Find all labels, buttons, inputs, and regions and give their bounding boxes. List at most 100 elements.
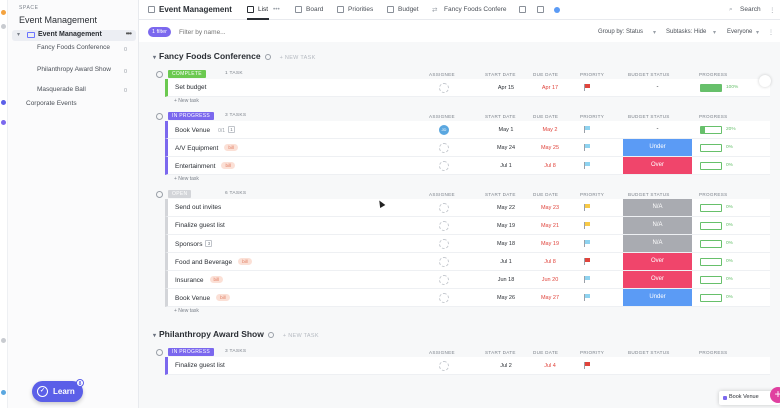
collapse-circle-icon[interactable]	[156, 191, 163, 198]
learn-button[interactable]: ✓ Learn 8	[32, 379, 84, 402]
add-fab-button[interactable]: +	[770, 387, 780, 403]
budget-status[interactable]: -	[623, 79, 692, 96]
task-name-cell[interactable]: Book Venue 0/1 1	[175, 126, 236, 134]
column-header-priority[interactable]: PRIORITY	[580, 114, 604, 119]
start-date[interactable]: Apr 15	[486, 85, 526, 91]
task-name-cell[interactable]: Insurance bill	[175, 276, 224, 284]
priority-flag-icon[interactable]	[584, 276, 590, 283]
start-date[interactable]: May 18	[486, 241, 526, 247]
assignee-placeholder-icon[interactable]	[439, 161, 449, 171]
add-task-button[interactable]: + New task	[174, 308, 199, 314]
task-name-cell[interactable]: Finalize guest list	[175, 362, 225, 369]
start-date[interactable]: May 24	[486, 145, 526, 151]
column-header-assignee[interactable]: ASSIGNEE	[429, 114, 455, 119]
subtask-count-badge[interactable]: 1	[228, 126, 236, 133]
priority-flag-icon[interactable]	[584, 126, 590, 133]
table-row[interactable]: Send out invites May 22 May 23 N/A 0%	[165, 199, 770, 217]
assignee-placeholder-icon[interactable]	[439, 257, 449, 267]
task-name[interactable]: Set budget	[175, 84, 206, 91]
chevron-down-icon[interactable]: ▾	[153, 54, 156, 61]
task-name-cell[interactable]: Entertainment bill	[175, 162, 235, 170]
table-row[interactable]: Entertainment bill Jul 1 Jul 8 Over 0%	[165, 157, 770, 175]
priority-flag-icon[interactable]	[584, 258, 590, 265]
more-icon[interactable]: ⋮	[769, 6, 776, 14]
column-header-due[interactable]: DUE DATE	[533, 114, 558, 119]
add-task-button[interactable]: + New task	[174, 98, 199, 104]
sidebar-list-item[interactable]: Fancy Foods Conference	[37, 44, 117, 52]
grid-icon[interactable]	[537, 6, 544, 13]
column-header-start[interactable]: START DATE	[485, 350, 516, 355]
sidebar-list-item[interactable]: Masquerade Ball	[37, 86, 117, 94]
table-row[interactable]: Finalize guest list Jul 2 Jul 4	[165, 357, 770, 375]
due-date[interactable]: May 19	[530, 241, 570, 247]
assignee-placeholder-icon[interactable]	[439, 83, 449, 93]
column-header-assignee[interactable]: ASSIGNEE	[429, 350, 455, 355]
progress-bar[interactable]	[700, 222, 722, 230]
task-name[interactable]: Entertainment	[175, 163, 215, 170]
filter-chip[interactable]: 1 filter	[148, 27, 171, 37]
chevron-down-icon[interactable]: ▾	[17, 31, 20, 38]
task-name[interactable]: Finalize guest list	[175, 362, 225, 369]
due-date[interactable]: Jul 8	[530, 163, 570, 169]
search-icon[interactable]: ⌕	[729, 6, 733, 14]
task-name[interactable]: A/V Equipment	[175, 145, 218, 152]
table-row[interactable]: Set budget Apr 15 Apr 17 - 100%	[165, 79, 770, 97]
task-name-cell[interactable]: Set budget	[175, 84, 206, 91]
group-by-dropdown[interactable]: Group by: Status	[598, 29, 643, 35]
budget-status[interactable]: Over	[623, 253, 692, 270]
tab-list[interactable]: List	[258, 6, 268, 13]
assignee-placeholder-icon[interactable]	[439, 143, 449, 153]
column-header-progress[interactable]: PROGRESS	[699, 114, 727, 119]
more-icon[interactable]: •••	[273, 6, 280, 13]
tag-badge[interactable]: bill	[221, 162, 235, 169]
priority-flag-icon[interactable]	[584, 144, 590, 151]
task-name[interactable]: Sponsors	[175, 241, 202, 248]
start-date[interactable]: May 1	[486, 127, 526, 133]
user-avatar[interactable]	[1, 390, 6, 395]
subtasks-dropdown[interactable]: Subtasks: Hide	[666, 29, 706, 35]
column-header-progress[interactable]: PROGRESS	[699, 350, 727, 355]
add-task-button[interactable]: + New task	[174, 176, 199, 182]
more-icon[interactable]: ⋮	[768, 29, 774, 36]
budget-status[interactable]: N/A	[623, 199, 692, 216]
info-icon[interactable]	[267, 331, 274, 338]
column-header-due[interactable]: DUE DATE	[533, 192, 558, 197]
home-icon[interactable]	[1, 24, 6, 29]
budget-status[interactable]: -	[623, 121, 692, 138]
progress-bar[interactable]	[700, 84, 722, 92]
column-header-start[interactable]: START DATE	[485, 192, 516, 197]
column-header-due[interactable]: DUE DATE	[533, 72, 558, 77]
table-row[interactable]: Book Venue bill May 26 May 27 Under 0%	[165, 289, 770, 307]
priority-flag-icon[interactable]	[584, 294, 590, 301]
info-icon[interactable]	[264, 53, 271, 60]
task-name-cell[interactable]: Send out invites	[175, 204, 221, 211]
table-row[interactable]: Book Venue 0/1 1 JD May 1 May 2 - 20%	[165, 121, 770, 139]
task-name[interactable]: Food and Beverage	[175, 259, 232, 266]
tab-budget[interactable]: Budget	[398, 6, 419, 13]
task-name-cell[interactable]: Food and Beverage bill	[175, 258, 252, 266]
collapse-circle-icon[interactable]	[156, 349, 163, 356]
start-date[interactable]: Jul 1	[486, 163, 526, 169]
subtask-indicator[interactable]: 0/1	[218, 128, 225, 134]
budget-status[interactable]: Under	[623, 289, 692, 306]
task-name[interactable]: Book Venue	[175, 295, 210, 302]
budget-status[interactable]: Under	[623, 139, 692, 156]
sidebar-folder-corporate-events[interactable]: Corporate Events	[26, 100, 77, 107]
start-date[interactable]: May 19	[486, 223, 526, 229]
group-title[interactable]: ▾ Philanthropy Award Show + NEW TASK	[153, 329, 319, 339]
start-date[interactable]: May 26	[486, 295, 526, 301]
priority-flag-icon[interactable]	[584, 204, 590, 211]
column-header-budget[interactable]: BUDGET STATUS	[628, 350, 670, 355]
start-date[interactable]: Jul 1	[486, 259, 526, 265]
table-row[interactable]: A/V Equipment bill May 24 May 25 Under 0%	[165, 139, 770, 157]
column-header-progress[interactable]: PROGRESS	[699, 72, 727, 77]
progress-bar[interactable]	[700, 294, 722, 302]
start-date[interactable]: May 22	[486, 205, 526, 211]
priority-flag-icon[interactable]	[584, 162, 590, 169]
due-date[interactable]: May 23	[530, 205, 570, 211]
everyone-dropdown[interactable]: Everyone	[727, 29, 752, 35]
tag-badge[interactable]: bill	[209, 276, 224, 283]
table-row[interactable]: Sponsors 3 May 18 May 19 N/A 0%	[165, 235, 770, 253]
assignee-placeholder-icon[interactable]	[439, 275, 449, 285]
assignee-placeholder-icon[interactable]	[439, 293, 449, 303]
